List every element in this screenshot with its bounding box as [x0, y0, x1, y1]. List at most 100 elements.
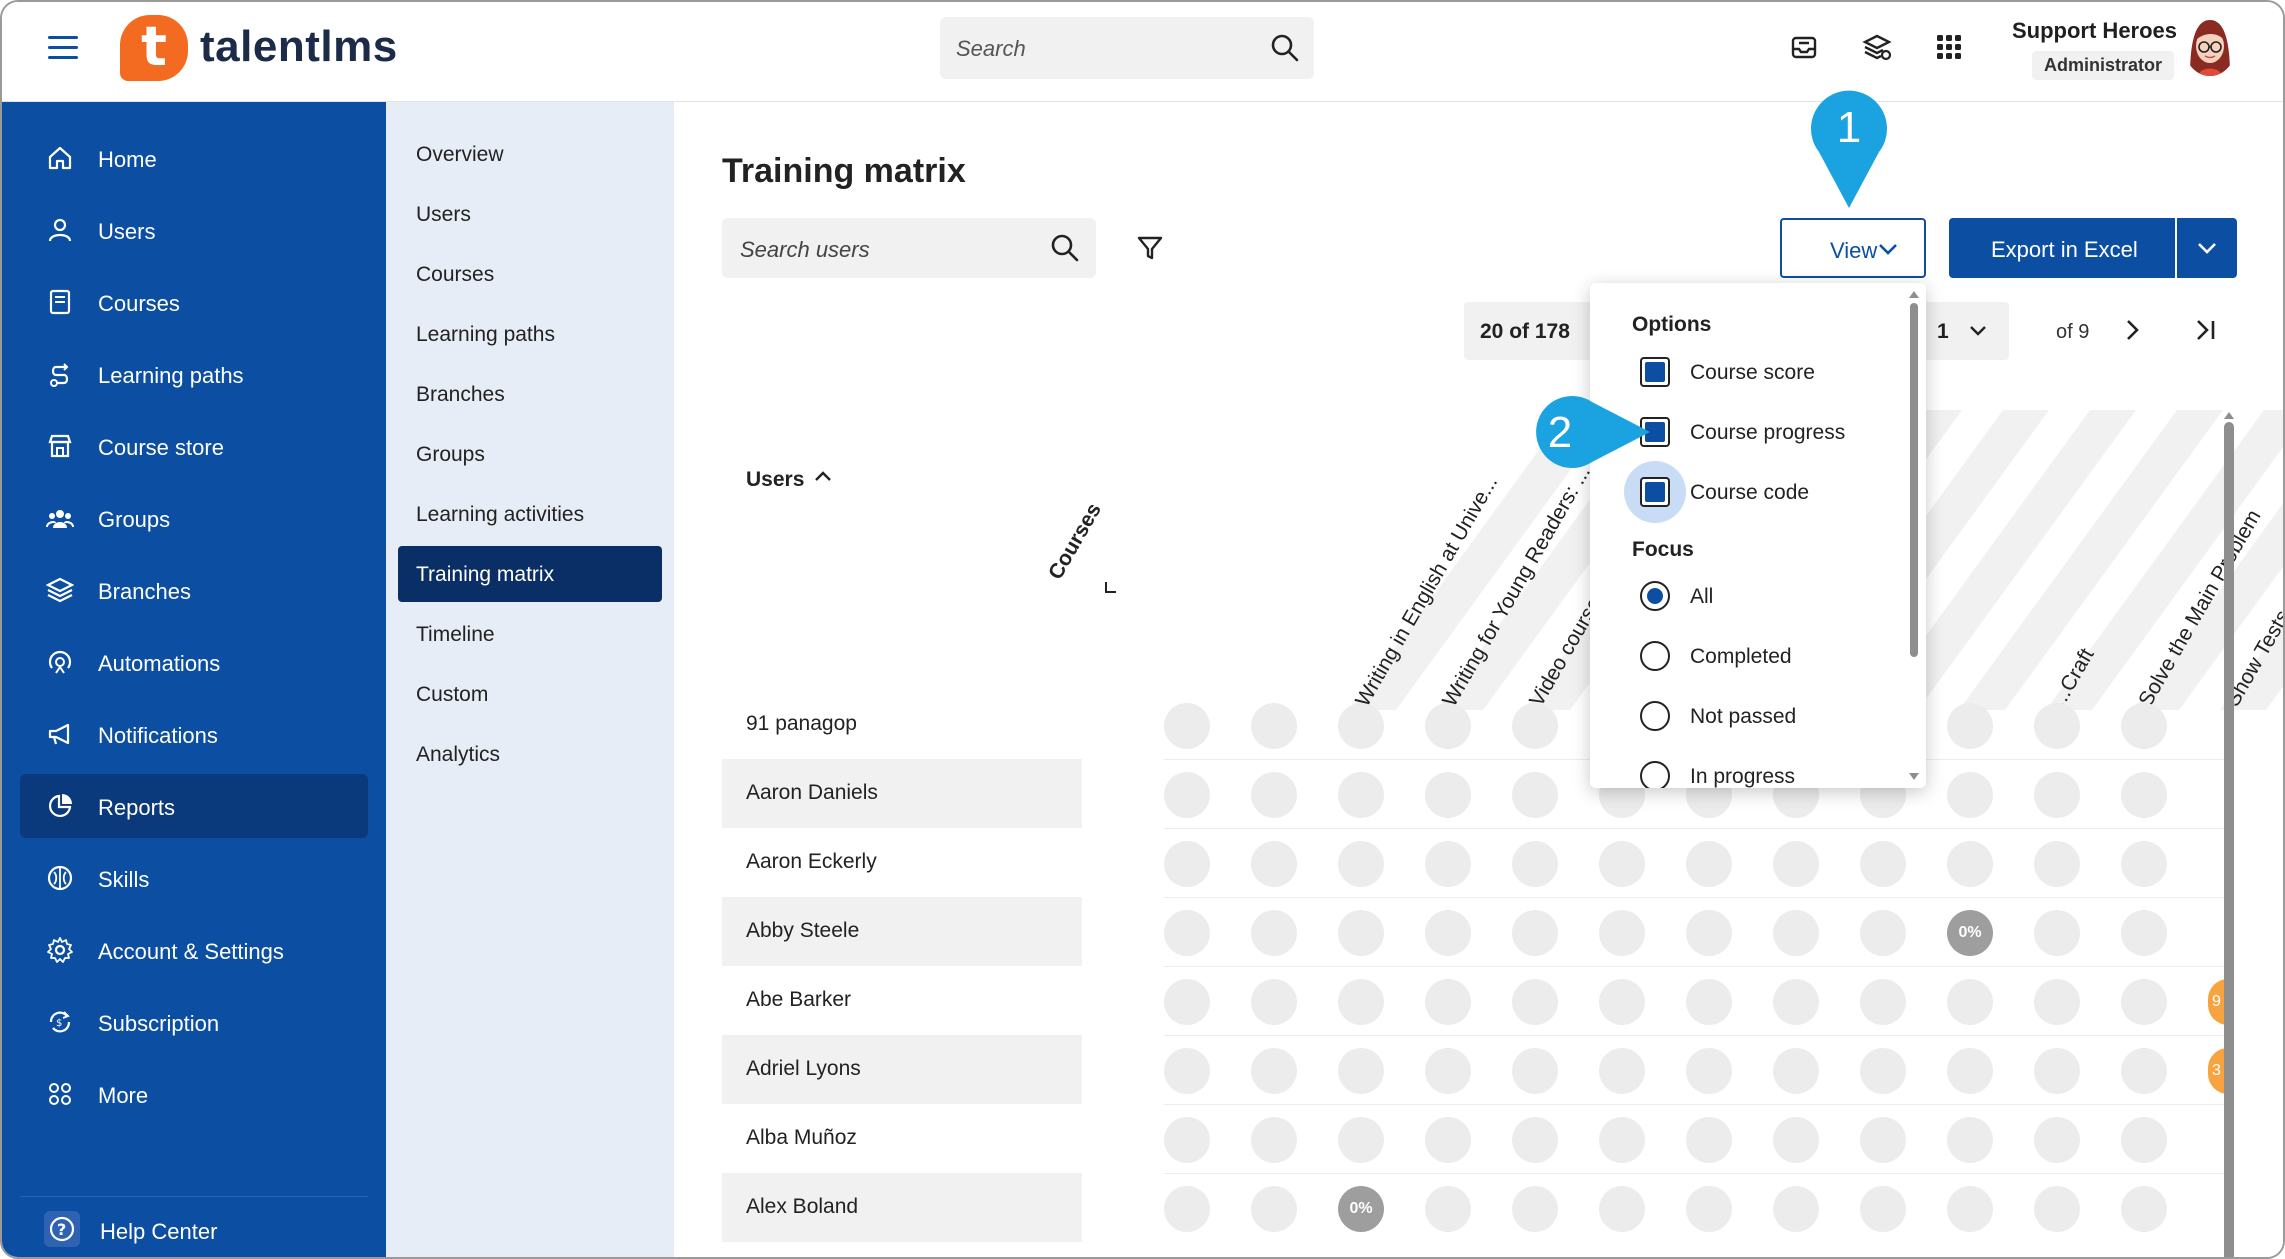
matrix-cell[interactable] [1164, 979, 1210, 1025]
subnav-item-analytics[interactable]: Analytics [398, 726, 662, 782]
matrix-cell[interactable] [1860, 1048, 1906, 1094]
matrix-cell[interactable] [1425, 1048, 1471, 1094]
table-row[interactable]: Abby Steele [722, 897, 1082, 966]
global-search-input[interactable]: Search [940, 17, 1314, 79]
table-row[interactable]: Abe Barker [722, 966, 1082, 1035]
help-center-link[interactable]: ? Help Center [20, 1196, 368, 1257]
subnav-item-groups[interactable]: Groups [398, 426, 662, 482]
matrix-cell[interactable] [1164, 1117, 1210, 1163]
matrix-cell[interactable] [1512, 1048, 1558, 1094]
matrix-cell[interactable] [2034, 772, 2080, 818]
matrix-cell[interactable] [2121, 979, 2167, 1025]
matrix-cell[interactable] [2034, 979, 2080, 1025]
matrix-cell[interactable] [2034, 841, 2080, 887]
sidebar-item-users[interactable]: Users [20, 198, 368, 262]
matrix-cell[interactable] [1512, 772, 1558, 818]
matrix-cell[interactable] [2034, 703, 2080, 749]
matrix-cell[interactable] [1773, 1186, 1819, 1232]
matrix-cell[interactable] [1338, 703, 1384, 749]
focus-all[interactable]: All [1620, 570, 1880, 620]
sidebar-item-skills[interactable]: Skills [20, 846, 368, 910]
last-page-icon[interactable] [2192, 316, 2220, 344]
subnav-item-users[interactable]: Users [398, 186, 662, 242]
dropdown-scrollbar[interactable] [1910, 303, 1918, 657]
matrix-cell[interactable] [1947, 703, 1993, 749]
matrix-cell[interactable] [2121, 1117, 2167, 1163]
matrix-cell[interactable] [2121, 841, 2167, 887]
matrix-cell[interactable] [1773, 910, 1819, 956]
matrix-cell[interactable] [1773, 1117, 1819, 1163]
scroll-up-icon[interactable] [2223, 410, 2235, 420]
table-row[interactable]: Aaron Eckerly [722, 828, 1082, 897]
matrix-cell[interactable] [1338, 910, 1384, 956]
users-column-header[interactable]: Users [746, 468, 804, 492]
matrix-cell[interactable] [1164, 1186, 1210, 1232]
matrix-cell[interactable] [1164, 772, 1210, 818]
menu-icon[interactable] [48, 36, 78, 60]
focus-not-passed-radio[interactable] [1640, 701, 1670, 731]
matrix-cell[interactable] [1686, 1186, 1732, 1232]
matrix-cell[interactable] [1947, 979, 1993, 1025]
matrix-cell[interactable] [2121, 910, 2167, 956]
courses-column-header[interactable]: Courses [1044, 499, 1107, 584]
sidebar-item-learning-paths[interactable]: Learning paths [20, 342, 368, 406]
option-course-code[interactable]: Course code [1620, 461, 1880, 523]
matrix-cell[interactable] [1251, 841, 1297, 887]
table-row[interactable]: Alex Boland [722, 1173, 1082, 1242]
matrix-cell[interactable] [1947, 772, 1993, 818]
matrix-cell[interactable] [1425, 772, 1471, 818]
logo-text[interactable]: talentlms [200, 22, 398, 72]
subnav-item-overview[interactable]: Overview [398, 126, 662, 182]
focus-all-radio[interactable] [1640, 581, 1670, 611]
matrix-cell[interactable] [2121, 703, 2167, 749]
view-dropdown-button[interactable]: View [1780, 218, 1926, 278]
focus-completed-radio[interactable] [1640, 641, 1670, 671]
matrix-cell[interactable] [1512, 910, 1558, 956]
user-role-badge[interactable]: Administrator [2032, 51, 2175, 80]
layers-sync-icon[interactable] [1862, 32, 1892, 62]
matrix-cell[interactable] [1599, 910, 1645, 956]
sidebar-item-notifications[interactable]: Notifications [20, 702, 368, 766]
subnav-item-learning-paths[interactable]: Learning paths [398, 306, 662, 362]
apps-grid-icon[interactable] [1934, 32, 1964, 62]
matrix-cell[interactable] [1425, 703, 1471, 749]
search-icon[interactable] [1050, 233, 1080, 263]
search-users-input[interactable]: Search users [722, 218, 1096, 278]
matrix-cell[interactable] [1338, 1048, 1384, 1094]
matrix-cell[interactable] [1686, 841, 1732, 887]
matrix-cell[interactable] [1425, 1186, 1471, 1232]
matrix-cell[interactable] [1425, 1117, 1471, 1163]
matrix-cell[interactable] [1686, 910, 1732, 956]
sidebar-item-home[interactable]: Home [20, 126, 368, 190]
subnav-item-branches[interactable]: Branches [398, 366, 662, 422]
matrix-cell[interactable] [2121, 1186, 2167, 1232]
matrix-scrollbar[interactable] [2224, 422, 2234, 1257]
matrix-cell[interactable] [1686, 1117, 1732, 1163]
matrix-cell[interactable] [2121, 772, 2167, 818]
course-score-checkbox[interactable] [1640, 357, 1670, 387]
sidebar-item-automations[interactable]: Automations [20, 630, 368, 694]
matrix-cell[interactable] [1251, 979, 1297, 1025]
matrix-cell[interactable] [1425, 910, 1471, 956]
matrix-cell[interactable] [1512, 1186, 1558, 1232]
matrix-cell[interactable] [1164, 1048, 1210, 1094]
next-page-icon[interactable] [2120, 316, 2144, 344]
user-name[interactable]: Support Heroes [2012, 18, 2177, 44]
matrix-cell[interactable] [1860, 910, 1906, 956]
matrix-cell[interactable] [1512, 979, 1558, 1025]
matrix-cell[interactable] [1338, 1117, 1384, 1163]
export-options-button[interactable] [2177, 218, 2237, 278]
subnav-item-timeline[interactable]: Timeline [398, 606, 662, 662]
table-row[interactable]: Aaron Daniels [722, 759, 1082, 828]
sidebar-item-account-settings[interactable]: Account & Settings [20, 918, 368, 982]
scroll-down-icon[interactable] [1908, 772, 1920, 782]
matrix-cell[interactable] [1686, 979, 1732, 1025]
scroll-up-icon[interactable] [1908, 289, 1920, 299]
focus-in-progress[interactable]: In progress [1620, 750, 1880, 788]
matrix-cell[interactable] [2034, 910, 2080, 956]
matrix-cell[interactable] [1164, 910, 1210, 956]
sidebar-item-branches[interactable]: Branches [20, 558, 368, 622]
matrix-cell[interactable] [1338, 841, 1384, 887]
sidebar-item-subscription[interactable]: $ Subscription [20, 990, 368, 1054]
matrix-cell[interactable] [1251, 1117, 1297, 1163]
